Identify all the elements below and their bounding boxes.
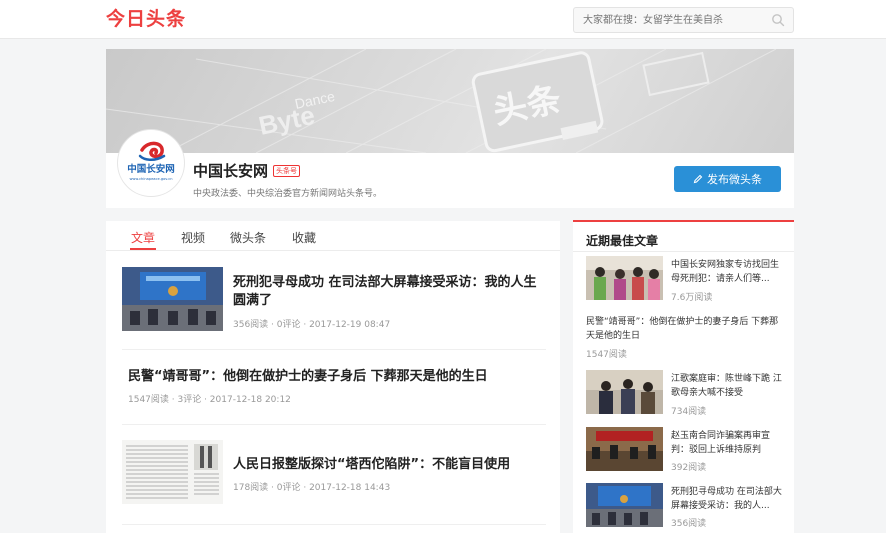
article-panel: 文章 视频 微头条 收藏 死刑犯寻母成功 在司法部大屏幕接受采访：我的人生圆满了… — [106, 221, 560, 533]
sidebar-item-meta: 392阅读 — [671, 463, 707, 473]
sidebar-item-title[interactable]: 江歌案庭审：陈世峰下跪 江歌母亲大喊不接受 — [671, 372, 783, 400]
article-thumbnail[interactable] — [122, 267, 223, 331]
article-title[interactable]: 民警“靖哥哥”：他倒在做护士的妻子身后 下葬那天是他的生日 — [128, 368, 543, 386]
article-meta: 178阅读 · 0评论 · 2017-12-18 14:43 — [233, 483, 391, 493]
sidebar-item-meta: 7.6万阅读 — [671, 293, 713, 303]
avatar[interactable]: 中国长安网 www.chinapeace.gov.cn — [118, 130, 184, 196]
sidebar-image — [586, 427, 663, 471]
sidebar-thumbnail[interactable] — [586, 256, 663, 300]
content-tabs: 文章 视频 微头条 收藏 — [106, 221, 560, 251]
tab-micro[interactable]: 微头条 — [230, 229, 266, 246]
profile-name: 中国长安网 — [193, 162, 269, 180]
article-title[interactable]: 人民日报整版探讨“塔西佗陷阱”：不能盲目使用 — [233, 456, 543, 474]
sidebar-item-meta: 356阅读 — [671, 519, 707, 529]
top-bar: 今日头条 — [0, 0, 886, 39]
site-logo[interactable]: 今日头条 — [106, 8, 186, 30]
newspaper-thumbnail-image — [122, 440, 223, 504]
search-icon[interactable] — [771, 13, 785, 27]
search-input[interactable] — [574, 8, 764, 32]
active-tab-indicator — [130, 248, 156, 250]
sidebar-item-meta: 734阅读 — [671, 407, 707, 417]
tab-videos[interactable]: 视频 — [181, 229, 205, 246]
avatar-logo-text: 中国长安网 — [127, 163, 175, 175]
sidebar-divider — [573, 251, 794, 252]
sidebar-item-title[interactable]: 中国长安网独家专访找回生母死刑犯：请亲人们等... — [671, 258, 783, 286]
publish-button-label: 发布微头条 — [707, 173, 762, 186]
tab-favorites[interactable]: 收藏 — [292, 229, 316, 246]
verify-badge: 头条号 — [273, 165, 300, 177]
profile-description: 中央政法委、中央综治委官方新闻网站头条号。 — [193, 189, 383, 199]
sidebar-item-title[interactable]: 赵玉南合同诈骗案再审宣判：驳回上诉维持原判 — [671, 429, 783, 457]
article-item[interactable]: 人民日报整版探讨“塔西佗陷阱”：不能盲目使用 178阅读 · 0评论 · 201… — [122, 426, 546, 525]
avatar-logo-url: www.chinapeace.gov.cn — [129, 177, 172, 181]
best-articles-sidebar: 近期最佳文章 中国长安网独家专访找回生母死刑犯：请亲人们等... 7.6万阅读 … — [573, 220, 794, 533]
article-item[interactable]: 死刑犯寻母成功 在司法部大屏幕接受采访：我的人生圆满了 356阅读 · 0评论 … — [122, 259, 546, 350]
sidebar-item-title[interactable]: 死刑犯寻母成功 在司法部大屏幕接受采访：我的人... — [671, 485, 783, 513]
sidebar-image — [586, 370, 663, 414]
article-title[interactable]: 死刑犯寻母成功 在司法部大屏幕接受采访：我的人生圆满了 — [233, 274, 543, 310]
banner-artwork: Byte Dance 头条 — [106, 49, 777, 153]
thumbnail-image — [122, 267, 223, 331]
sidebar-item-title[interactable]: 民警“靖哥哥”：他倒在做护士的妻子身后 下葬那天是他的生日 — [586, 315, 786, 343]
chinapeace-logo-icon: 中国长安网 www.chinapeace.gov.cn — [120, 132, 182, 194]
sidebar-thumbnail[interactable] — [586, 370, 663, 414]
article-thumbnail[interactable] — [122, 440, 223, 504]
article-meta: 1547阅读 · 3评论 · 2017-12-18 20:12 — [128, 395, 291, 405]
article-meta: 356阅读 · 0评论 · 2017-12-19 08:47 — [233, 320, 391, 330]
sidebar-image — [586, 483, 663, 527]
sidebar-thumbnail[interactable] — [586, 483, 663, 527]
pencil-icon — [693, 174, 703, 184]
profile-banner: Byte Dance 头条 — [106, 49, 794, 153]
search-box[interactable] — [573, 7, 794, 33]
tab-articles[interactable]: 文章 — [131, 229, 155, 246]
sidebar-image — [586, 256, 663, 300]
article-item[interactable]: 民警“靖哥哥”：他倒在做护士的妻子身后 下葬那天是他的生日 1547阅读 · 3… — [122, 351, 546, 425]
sidebar-thumbnail[interactable] — [586, 427, 663, 471]
sidebar-item-meta: 1547阅读 — [586, 350, 627, 360]
sidebar-title: 近期最佳文章 — [586, 234, 659, 248]
publish-micro-button[interactable]: 发布微头条 — [674, 166, 781, 192]
banner-word-dance: Dance — [293, 88, 336, 112]
